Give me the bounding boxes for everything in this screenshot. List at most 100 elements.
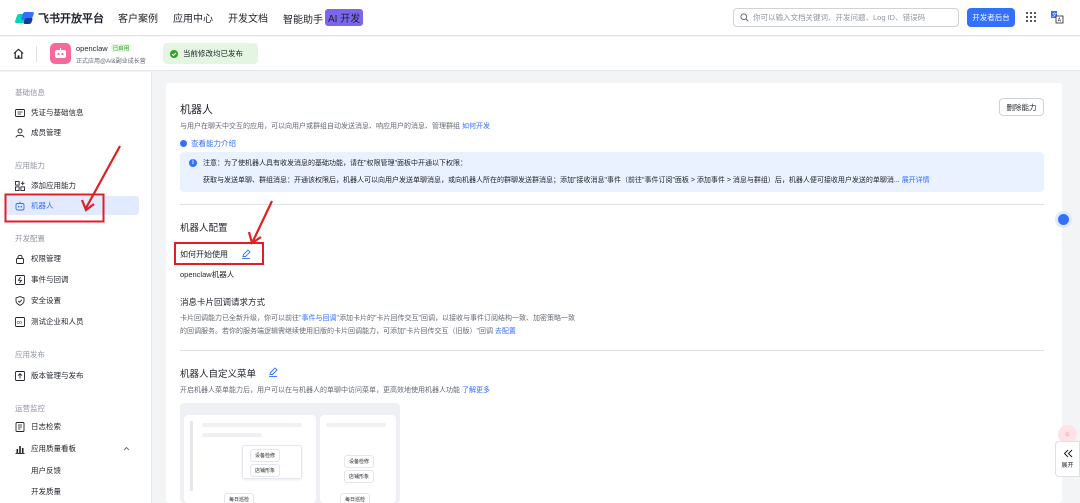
nav-dev-docs[interactable]: 开发文档 <box>228 10 268 25</box>
custom-menu-title: 机器人自定义菜单 <box>180 369 257 380</box>
preview-chip: 每日巡检 <box>224 493 255 503</box>
publish-status-text: 当前修改均已发布 <box>183 49 243 58</box>
main-content: 机器人 删除能力 与用户在聊天中交互的应用，可以向用户或群组自动发送消息、响应用… <box>166 83 1062 503</box>
sidebar-section-capabilities: 应用能力 <box>15 161 45 170</box>
double-chevron-left-icon <box>1063 449 1072 458</box>
preview-chip: 店铺形象 <box>344 470 375 483</box>
chevron-up-icon[interactable] <box>123 446 130 451</box>
sidebar-item-log-search[interactable]: 日志检索 <box>6 417 139 436</box>
page-description-text: 与用户在聊天中交互的应用，可以向用户或群组自动发送消息、响应用户的消息、管理群组 <box>180 123 460 130</box>
assistant-float-icon[interactable] <box>1055 211 1072 228</box>
sidebar-item-test-tenants[interactable]: co 测试企业和人员 <box>6 312 139 331</box>
sidebar-item-label: 成员管理 <box>31 128 61 137</box>
chart-icon <box>15 445 25 454</box>
sidebar-item-events[interactable]: 事件与回调 <box>6 270 139 289</box>
section-divider <box>180 204 1044 205</box>
preview-chip: 设备检修 <box>250 449 281 462</box>
brand-logo[interactable]: 飞书开放平台 <box>14 10 111 26</box>
card-callback-text-b: 添加卡片的"卡片回传交互"回调，以接收与事件订阅结构一致、加密策略一致 <box>338 315 575 322</box>
robot-config-title: 机器人配置 <box>180 223 228 234</box>
sidebar-item-label: 凭证与基础信息 <box>31 108 84 117</box>
top-navigation-bar: 飞书开放平台 客户案例 应用中心 开发文档 智能助手 AI 开发 你可以输入文档关… <box>0 0 1080 36</box>
sidebar-item-label: 权限管理 <box>31 254 61 263</box>
info-dot-icon <box>180 140 187 147</box>
app-name: openclaw 已启用 <box>76 44 132 53</box>
sidebar-item-label: 事件与回调 <box>31 275 69 284</box>
robot-icon <box>15 201 25 210</box>
expand-panel-button[interactable]: 展开 <box>1055 441 1080 477</box>
sidebar-item-add-capability[interactable]: 添加应用能力 <box>6 176 139 195</box>
sidebar-section-basic: 基础信息 <box>15 88 45 97</box>
ai-dev-badge: AI 开发 <box>325 9 364 26</box>
sidebar-item-robot[interactable]: 机器人 <box>6 196 139 215</box>
sidebar-item-permissions[interactable]: 权限管理 <box>6 249 139 268</box>
brand-name: 飞书开放平台 <box>38 12 104 25</box>
app-avatar <box>50 43 71 64</box>
sidebar-subitem-user-feedback[interactable]: 用户反馈 <box>31 465 61 476</box>
edit-icon[interactable] <box>268 367 278 377</box>
app-add-icon <box>15 180 25 191</box>
sidebar-item-label: 添加应用能力 <box>31 181 76 190</box>
sidebar-item-quality-board[interactable]: 应用质量看板 <box>6 439 139 458</box>
sidebar: 基础信息 凭证与基础信息 成员管理 应用能力 添加应用能力 机器人 开发配置 权… <box>0 72 152 503</box>
home-icon[interactable] <box>12 47 25 60</box>
nav-smart-assistant[interactable]: 智能助手 AI 开发 <box>283 9 378 26</box>
preview-chip: 每日巡检 <box>340 493 371 503</box>
sidebar-item-label: 应用质量看板 <box>31 444 76 453</box>
id-card-icon <box>15 108 25 117</box>
card-callback-text-c: 的回调服务。若你的服务端逻辑需继续使用旧版的卡片回调能力，可添加"卡片回传交互（… <box>180 328 493 335</box>
search-input[interactable]: 你可以输入文档关键词、开发问题、Log ID、错误码 <box>733 8 959 27</box>
page-title: 机器人 <box>180 104 213 116</box>
delete-capability-button[interactable]: 删除能力 <box>999 98 1044 116</box>
header-divider <box>36 46 37 62</box>
svg-text:co: co <box>17 320 23 326</box>
sidebar-section-monitoring: 运营监控 <box>15 404 45 413</box>
preview-line <box>326 423 386 427</box>
sidebar-item-label: 测试企业和人员 <box>31 317 84 326</box>
notice-line-2-text: 获取与发送单聊、群组消息：开通该权限后，机器人可以向用户发送单聊消息，或向机器人… <box>203 177 900 184</box>
permission-notice: i 注意：为了使机器人具有收发消息的基础功能，请在"权限管理"面板中开通以下权限… <box>180 152 1044 192</box>
search-icon <box>740 13 749 22</box>
nav-customer-cases[interactable]: 客户案例 <box>118 10 158 25</box>
sidebar-item-label: 日志检索 <box>31 422 61 431</box>
sidebar-item-versions[interactable]: 版本管理与发布 <box>6 366 139 385</box>
preview-line <box>202 423 302 427</box>
notice-line-1: 注意：为了使机器人具有收发消息的基础功能，请在"权限管理"面板中开通以下权限： <box>203 160 467 167</box>
sidebar-subitem-dev-quality[interactable]: 开发质量 <box>31 486 61 497</box>
robot-face-icon <box>55 48 66 58</box>
expand-details-link[interactable]: 展开详情 <box>902 177 930 184</box>
info-icon: i <box>189 159 197 167</box>
section-divider <box>180 350 1044 351</box>
app-description: 正式应用@AI&副业成长营 <box>76 59 146 65</box>
sidebar-item-label: 版本管理与发布 <box>31 371 84 380</box>
menu-preview-image: 设备检修 店铺形象 每日巡检 设备检修 店铺形象 每日巡检 <box>180 403 400 503</box>
events-callbacks-link[interactable]: "事件与回调" <box>299 315 339 322</box>
nav-app-center[interactable]: 应用中心 <box>173 10 213 25</box>
notice-line-2: 获取与发送单聊、群组消息：开通该权限后，机器人可以向用户发送单聊消息，或向机器人… <box>203 175 930 185</box>
feishu-logo-icon <box>14 11 35 25</box>
go-configure-link[interactable]: 去配置 <box>495 328 516 335</box>
language-switch-icon[interactable]: 文 A <box>1050 10 1064 24</box>
sidebar-item-members[interactable]: 成员管理 <box>6 123 139 142</box>
card-callback-text-a: 卡片回调能力已全新升级，你可以前往 <box>180 315 299 322</box>
edit-icon[interactable] <box>241 249 251 259</box>
view-capability-intro-link[interactable]: 查看能力介绍 <box>180 138 236 149</box>
preview-chip: 店铺形象 <box>250 464 281 477</box>
sidebar-item-security[interactable]: 安全设置 <box>6 291 139 310</box>
developer-console-button[interactable]: 开发者后台 <box>967 8 1015 27</box>
preview-chip: 设备检修 <box>344 455 375 468</box>
app-name-text: openclaw <box>76 44 108 53</box>
publish-status-banner: 当前修改均已发布 <box>163 43 258 64</box>
app-grid-icon[interactable] <box>1026 12 1036 22</box>
test-icon: co <box>15 316 25 327</box>
learn-more-link[interactable]: 了解更多 <box>462 387 490 394</box>
sidebar-item-credentials[interactable]: 凭证与基础信息 <box>6 103 139 122</box>
sidebar-section-dev-config: 开发配置 <box>15 234 45 243</box>
how-to-develop-link[interactable]: 如何开发 <box>462 123 490 130</box>
event-icon <box>15 274 25 285</box>
preview-window-right: 设备检修 店铺形象 每日巡检 <box>320 415 396 503</box>
sidebar-item-label: 安全设置 <box>31 296 61 305</box>
search-placeholder: 你可以输入文档关键词、开发问题、Log ID、错误码 <box>753 13 926 22</box>
upload-icon <box>15 370 25 381</box>
preview-window-left: 设备检修 店铺形象 每日巡检 <box>184 415 316 503</box>
